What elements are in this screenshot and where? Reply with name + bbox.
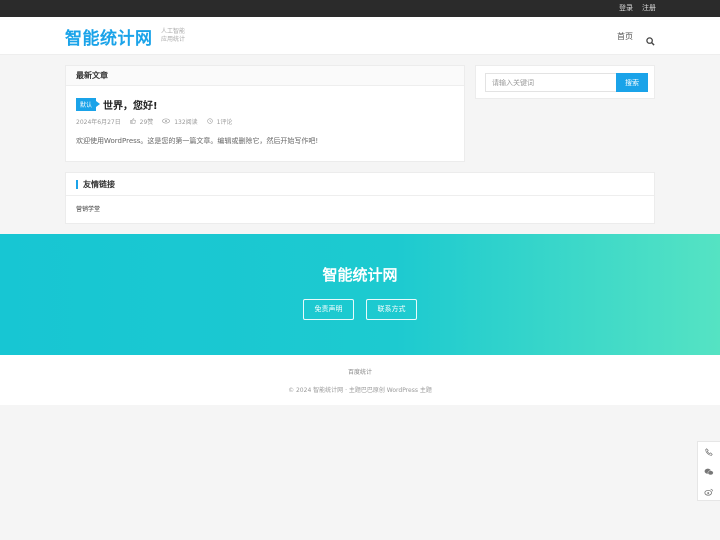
site-logo[interactable]: 智能统计网	[65, 24, 153, 49]
banner-title: 智能统计网	[322, 266, 398, 284]
thumb-up-icon	[130, 118, 138, 126]
post-likes-count: 29赞	[139, 119, 154, 126]
post-title-row: 默认 世界，您好!	[76, 97, 158, 112]
latest-posts-heading: 最新文章	[66, 66, 464, 86]
post-comments: 1评论	[207, 117, 233, 126]
login-link[interactable]: 登录	[619, 3, 633, 13]
eye-icon	[162, 118, 172, 126]
post-date: 2024年6月27日	[76, 119, 121, 126]
post-comments-count[interactable]: 1评论	[217, 119, 233, 126]
friend-links-panel: 友情链接 营销学堂	[65, 172, 655, 224]
nav-home-link[interactable]: 首页	[617, 31, 633, 42]
search-widget: 搜索	[475, 65, 655, 99]
search-button[interactable]: 搜索	[616, 73, 648, 92]
site-tagline: 人工智能 应用统计	[161, 28, 185, 44]
search-icon[interactable]	[646, 31, 656, 46]
post-views-count: 132阅读	[174, 119, 198, 126]
site-footer: 百度统计 © 2024 智能统计网 · 主题巴巴原创 WordPress 主题	[0, 355, 720, 405]
search-input[interactable]	[485, 73, 617, 92]
contact-button[interactable]: 联系方式	[366, 299, 417, 320]
weibo-icon[interactable]	[698, 482, 720, 502]
footer-baidu-link[interactable]: 百度统计	[0, 367, 720, 376]
floating-contact-bar	[697, 441, 720, 501]
post-views: 132阅读	[162, 117, 198, 126]
top-bar: 登录 注册	[0, 0, 720, 17]
tagline-line-2: 应用统计	[161, 36, 186, 43]
friend-link-item[interactable]: 营销学堂	[76, 204, 100, 213]
phone-icon[interactable]	[698, 442, 720, 462]
register-link[interactable]: 注册	[642, 3, 656, 13]
comment-icon	[207, 118, 215, 126]
wechat-icon[interactable]	[698, 462, 720, 482]
footer-banner: 智能统计网 免责声明 联系方式	[0, 234, 720, 355]
post-meta: 2024年6月27日 29赞 132阅读 1评论	[76, 117, 232, 126]
tagline-line-1: 人工智能	[161, 28, 186, 35]
post-title[interactable]: 世界，您好!	[103, 97, 158, 112]
post-likes: 29赞	[130, 117, 154, 126]
footer-copyright: © 2024 智能统计网 · 主题巴巴原创 WordPress 主题	[288, 387, 432, 394]
friend-links-heading: 友情链接	[66, 173, 654, 196]
category-badge[interactable]: 默认	[76, 98, 101, 111]
disclaimer-button[interactable]: 免责声明	[303, 299, 354, 320]
site-header: 智能统计网 人工智能 应用统计 首页	[0, 17, 720, 55]
latest-posts-panel: 最新文章 默认 世界，您好! 2024年6月27日 29赞 132阅读 1评论 …	[65, 65, 465, 162]
post-excerpt: 欢迎使用WordPress。这是您的第一篇文章。编辑或删除它，然后开始写作吧!	[76, 137, 319, 145]
